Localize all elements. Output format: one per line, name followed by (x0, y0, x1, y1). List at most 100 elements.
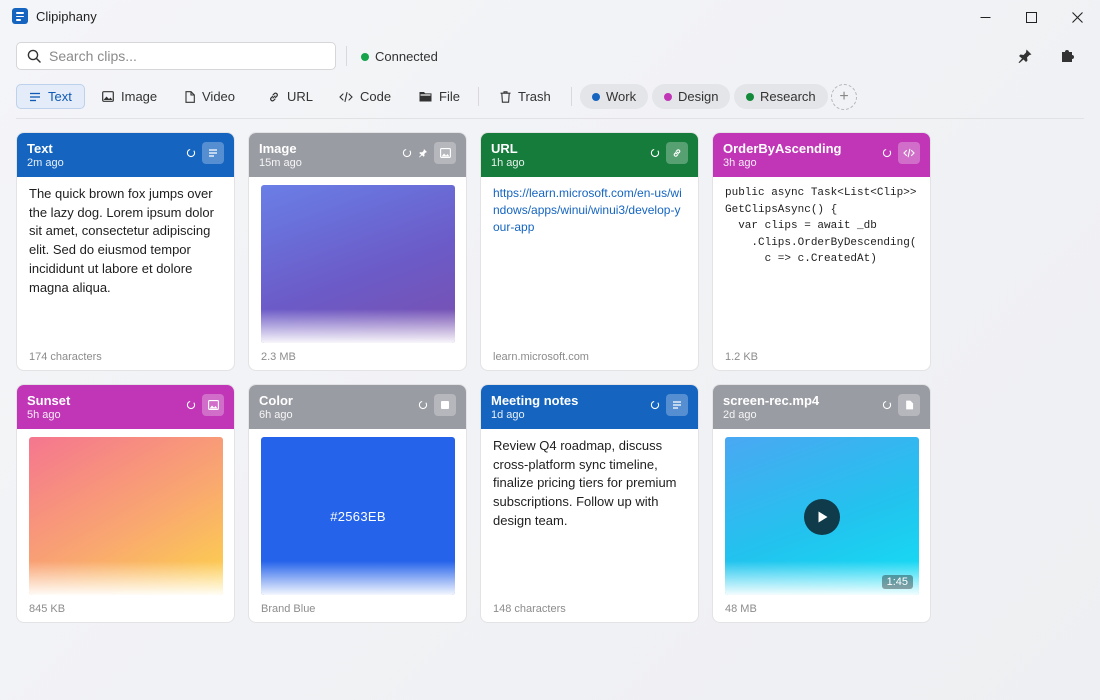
card-header: Meeting notes 1d ago (481, 385, 698, 429)
card-footer: 2.3 MB (261, 351, 296, 363)
tag-work-label: Work (606, 89, 637, 104)
pin-icon (1018, 49, 1032, 63)
image-icon (102, 91, 114, 102)
image-type-icon[interactable] (202, 394, 224, 416)
plus-icon: + (839, 88, 849, 105)
filter-image[interactable]: Image (90, 84, 169, 109)
filter-text-label: Text (48, 89, 72, 104)
clip-card-meeting-notes[interactable]: Meeting notes 1d ago Review Q4 roadmap, … (480, 384, 699, 623)
card-header: Image 15m ago (249, 133, 466, 177)
filter-trash[interactable]: Trash (488, 84, 563, 109)
search-input[interactable] (49, 48, 309, 64)
card-footer: 1.2 KB (725, 351, 759, 363)
sync-icon[interactable] (186, 148, 196, 158)
sync-icon[interactable] (186, 400, 196, 410)
clip-card-video[interactable]: screen-rec.mp4 2d ago 1:45 48 MB (712, 384, 931, 623)
card-header: URL 1h ago (481, 133, 698, 177)
video-thumbnail: 1:45 (725, 437, 919, 595)
minimize-icon (980, 16, 990, 18)
clip-card-color[interactable]: Color 6h ago #2563EB Brand Blue (248, 384, 467, 623)
color-swatch: #2563EB (261, 437, 455, 595)
search-box[interactable] (16, 42, 336, 70)
image-thumbnail (261, 185, 455, 343)
sync-icon[interactable] (650, 148, 660, 158)
pin-icon[interactable] (418, 148, 428, 158)
tag-work-dot (592, 92, 600, 101)
file-type-icon[interactable] (898, 394, 920, 416)
video-duration: 1:45 (881, 575, 913, 589)
play-icon (818, 511, 828, 523)
tag-research[interactable]: Research (734, 84, 828, 109)
code-type-icon[interactable] (898, 142, 920, 164)
filter-trash-label: Trash (518, 89, 551, 104)
sync-icon[interactable] (402, 148, 412, 158)
text-type-icon[interactable] (666, 394, 688, 416)
connection-status: Connected (361, 49, 438, 64)
clip-text: Review Q4 roadmap, discuss cross-platfor… (493, 438, 677, 528)
filter-code-label: Code (360, 89, 392, 104)
clip-card-sunset[interactable]: Sunset 5h ago 845 KB (16, 384, 235, 623)
filter-text[interactable]: Text (16, 84, 85, 109)
close-button[interactable] (1054, 0, 1100, 34)
filter-file-label: File (439, 89, 460, 104)
status-label: Connected (375, 49, 438, 64)
close-icon (1071, 11, 1083, 23)
sync-icon[interactable] (882, 148, 892, 158)
sync-icon[interactable] (650, 400, 660, 410)
puzzle-icon (1062, 50, 1074, 62)
clip-card-url[interactable]: URL 1h ago https://learn.microsoft.com/e… (480, 132, 699, 371)
document-icon (185, 90, 195, 103)
clip-code: public async Task<List<Clip>> GetClipsAs… (725, 187, 917, 265)
title-bar: Clipiphany (0, 0, 1100, 34)
clip-text: The quick brown fox jumps over the lazy … (29, 186, 214, 295)
card-header: screen-rec.mp4 2d ago (713, 385, 930, 429)
filter-video[interactable]: Video (173, 84, 247, 109)
image-type-icon[interactable] (434, 142, 456, 164)
sync-icon[interactable] (418, 400, 428, 410)
search-icon (27, 49, 41, 63)
maximize-icon (1025, 11, 1037, 23)
app-logo-icon (12, 8, 28, 24)
sync-icon[interactable] (882, 400, 892, 410)
tag-design-label: Design (678, 89, 719, 104)
card-footer: 48 MB (725, 603, 757, 615)
card-footer: 174 characters (29, 351, 102, 363)
maximize-button[interactable] (1008, 0, 1054, 34)
extensions-button[interactable] (1058, 46, 1078, 66)
card-header: OrderByAscending 3h ago (713, 133, 930, 177)
clip-card-text[interactable]: Text 2m ago The quick brown fox jumps ov… (16, 132, 235, 371)
card-footer: 148 characters (493, 603, 566, 615)
clip-card-image[interactable]: Image 15m ago 2.3 MB (248, 132, 467, 371)
filter-file[interactable]: File (407, 84, 472, 109)
filter-divider (478, 87, 479, 106)
minimize-button[interactable] (962, 0, 1008, 34)
tag-work[interactable]: Work (580, 84, 649, 109)
trash-icon (500, 90, 511, 103)
filter-url-label: URL (287, 89, 314, 104)
code-icon (339, 91, 353, 102)
text-lines-icon (30, 92, 40, 101)
filter-code[interactable]: Code (327, 84, 403, 109)
text-type-icon[interactable] (202, 142, 224, 164)
add-tag-button[interactable]: + (831, 84, 857, 110)
filter-image-label: Image (121, 89, 158, 104)
tag-research-label: Research (760, 89, 816, 104)
clip-url[interactable]: https://learn.microsoft.com/en-us/window… (493, 185, 686, 236)
pin-window-button[interactable] (1015, 46, 1035, 66)
clip-card-code[interactable]: OrderByAscending 3h ago public async Tas… (712, 132, 931, 371)
card-footer: Brand Blue (261, 603, 316, 615)
card-header: Sunset 5h ago (17, 385, 234, 429)
card-header: Color 6h ago (249, 385, 466, 429)
filter-video-label: Video (202, 89, 236, 104)
play-button[interactable] (804, 499, 840, 535)
color-hex-value: #2563EB (330, 509, 386, 524)
tag-research-dot (746, 92, 754, 101)
header-separator (16, 118, 1084, 119)
link-icon (270, 92, 278, 101)
color-type-icon[interactable] (434, 394, 456, 416)
link-type-icon[interactable] (666, 142, 688, 164)
tag-design[interactable]: Design (652, 84, 731, 109)
filter-url[interactable]: URL (256, 84, 325, 109)
folder-icon (419, 92, 432, 102)
card-header: Text 2m ago (17, 133, 234, 177)
